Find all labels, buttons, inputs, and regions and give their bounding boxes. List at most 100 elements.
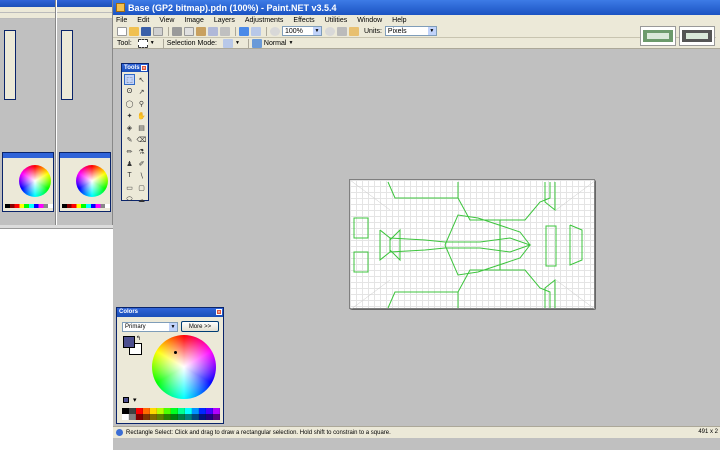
chevron-down-icon[interactable]: ▼ <box>288 40 293 46</box>
menu-view[interactable]: View <box>159 17 174 24</box>
menu-file[interactable]: File <box>116 17 127 24</box>
recolor-tool-icon[interactable]: ✐ <box>136 158 147 169</box>
gradient-tool-icon[interactable]: ▤ <box>136 122 147 133</box>
selection-mode-icon[interactable] <box>222 38 233 48</box>
pan-tool-icon[interactable]: ✋ <box>136 110 147 121</box>
colors-panel-title[interactable]: Colors × <box>117 308 223 317</box>
ruler-icon[interactable] <box>349 26 359 36</box>
chevron-down-icon: ▼ <box>169 323 177 331</box>
freeform-shape-tool-icon[interactable]: ☁ <box>136 194 147 205</box>
main-toolbar: 100% ▼ Units: Pixels ▼ <box>113 25 720 38</box>
image-canvas[interactable] <box>349 179 596 310</box>
status-bar: Rectangle Select: Click and drag to draw… <box>113 426 720 438</box>
more-colors-button[interactable]: More >> <box>181 321 219 332</box>
mini-title-bar <box>57 0 112 7</box>
undo-icon[interactable] <box>239 26 249 36</box>
lasso-select-tool-icon[interactable]: ʘ <box>124 86 135 97</box>
mini-window-1[interactable] <box>0 0 56 225</box>
eraser-tool-icon[interactable]: ⌫ <box>136 134 147 145</box>
chevron-down-icon[interactable]: ▼ <box>150 40 155 46</box>
rectangle-select-tool-icon[interactable]: ⬚ <box>124 74 135 85</box>
paintbrush-tool-icon[interactable]: ✎ <box>124 134 135 145</box>
canvas-workspace[interactable]: Tools × ⬚ ↖ ʘ ↗ ◯ ⚲ ✦ ✋ ◈ ▤ ✎ ⌫ ✏ ⚗ ♟ ✐ T ∖ ▭ ▢ ⬭ ☁ Colors × … <box>113 50 720 438</box>
color-mode-value: Primary <box>125 324 146 330</box>
units-select[interactable]: Pixels ▼ <box>384 26 437 36</box>
mini-toolbar <box>0 13 55 19</box>
palette-swatch[interactable] <box>178 414 185 420</box>
selection-mode-label: Selection Mode: <box>166 39 217 47</box>
menu-effects[interactable]: Effects <box>293 17 314 24</box>
palette-swatch[interactable] <box>136 414 143 420</box>
palette-swatch[interactable] <box>150 414 157 420</box>
image-thumbnail-1[interactable] <box>640 26 676 46</box>
redo-icon[interactable] <box>251 26 261 36</box>
palette-swatch[interactable] <box>122 414 129 420</box>
grid-icon[interactable] <box>337 26 347 36</box>
menu-window[interactable]: Window <box>357 17 382 24</box>
color-wheel-marker <box>174 351 177 354</box>
rectangle-tool-icon[interactable]: ▭ <box>124 182 135 193</box>
swap-colors-icon[interactable]: ↰ <box>136 335 141 342</box>
menu-edit[interactable]: Edit <box>137 17 149 24</box>
paint-bucket-tool-icon[interactable]: ◈ <box>124 122 135 133</box>
palette-swatch[interactable] <box>206 414 213 420</box>
close-icon[interactable]: × <box>141 65 147 71</box>
palette-swatch[interactable] <box>164 414 171 420</box>
text-tool-icon[interactable]: T <box>124 170 135 181</box>
antialias-icon[interactable] <box>251 38 262 48</box>
zoom-select[interactable]: 100% ▼ <box>282 26 322 36</box>
new-icon[interactable] <box>117 26 127 36</box>
close-icon[interactable]: × <box>216 309 222 315</box>
move-selection-tool-icon[interactable]: ↗ <box>136 86 147 97</box>
palette-swatch[interactable] <box>157 414 164 420</box>
pencil-tool-icon[interactable]: ✏ <box>124 146 135 157</box>
print-icon[interactable] <box>153 26 163 36</box>
color-mode-select[interactable]: Primary ▼ <box>122 322 178 332</box>
ellipse-tool-icon[interactable]: ⬭ <box>124 194 135 205</box>
open-icon[interactable] <box>129 26 139 36</box>
deselect-icon[interactable] <box>220 26 230 36</box>
save-icon[interactable] <box>141 26 151 36</box>
zoom-tool-icon[interactable]: ⚲ <box>136 98 147 109</box>
palette-swatch[interactable] <box>171 414 178 420</box>
crop-icon[interactable] <box>208 26 218 36</box>
magic-wand-tool-icon[interactable]: ✦ <box>124 110 135 121</box>
rounded-rectangle-tool-icon[interactable]: ▢ <box>136 182 147 193</box>
clone-stamp-tool-icon[interactable]: ♟ <box>124 158 135 169</box>
menu-image[interactable]: Image <box>184 17 203 24</box>
thumbnail-scroll-arrow[interactable] <box>716 30 720 40</box>
palette-swatch[interactable] <box>143 414 150 420</box>
ellipse-select-tool-icon[interactable]: ◯ <box>124 98 135 109</box>
blend-mode-value[interactable]: Normal <box>264 40 287 47</box>
color-picker-tool-icon[interactable]: ⚗ <box>136 146 147 157</box>
menu-layers[interactable]: Layers <box>214 17 235 24</box>
zoom-out-icon[interactable] <box>270 26 280 36</box>
line-curve-tool-icon[interactable]: ∖ <box>136 170 147 181</box>
palette-swatch[interactable] <box>129 414 136 420</box>
palette-menu-icon[interactable]: ▾ <box>133 396 137 404</box>
palette-swatch[interactable] <box>192 414 199 420</box>
move-selected-tool-icon[interactable]: ↖ <box>136 74 147 85</box>
menu-adjustments[interactable]: Adjustments <box>245 17 284 24</box>
current-tool-icon[interactable] <box>137 38 148 48</box>
mini-window-2[interactable] <box>57 0 113 225</box>
reset-colors-icon[interactable] <box>123 397 129 403</box>
chevron-down-icon[interactable]: ▼ <box>235 40 240 46</box>
menu-utilities[interactable]: Utilities <box>325 17 348 24</box>
palette-swatch[interactable] <box>213 414 220 420</box>
paste-icon[interactable] <box>196 26 206 36</box>
cut-icon[interactable] <box>172 26 182 36</box>
tools-panel-title[interactable]: Tools × <box>122 64 148 72</box>
title-bar[interactable]: Base (GP2 bitmap).pdn (100%) - Paint.NET… <box>113 0 720 15</box>
primary-color-swatch[interactable] <box>123 336 135 348</box>
menu-help[interactable]: Help <box>392 17 406 24</box>
mini-colors-panel <box>2 152 54 212</box>
color-wheel[interactable] <box>152 335 216 399</box>
copy-icon[interactable] <box>184 26 194 36</box>
palette-swatch[interactable] <box>185 414 192 420</box>
image-thumbnail-2[interactable] <box>679 26 715 46</box>
background-instances <box>0 0 113 450</box>
palette-swatch[interactable] <box>199 414 206 420</box>
mini-toolbar <box>57 13 112 19</box>
zoom-in-icon[interactable] <box>325 26 335 36</box>
